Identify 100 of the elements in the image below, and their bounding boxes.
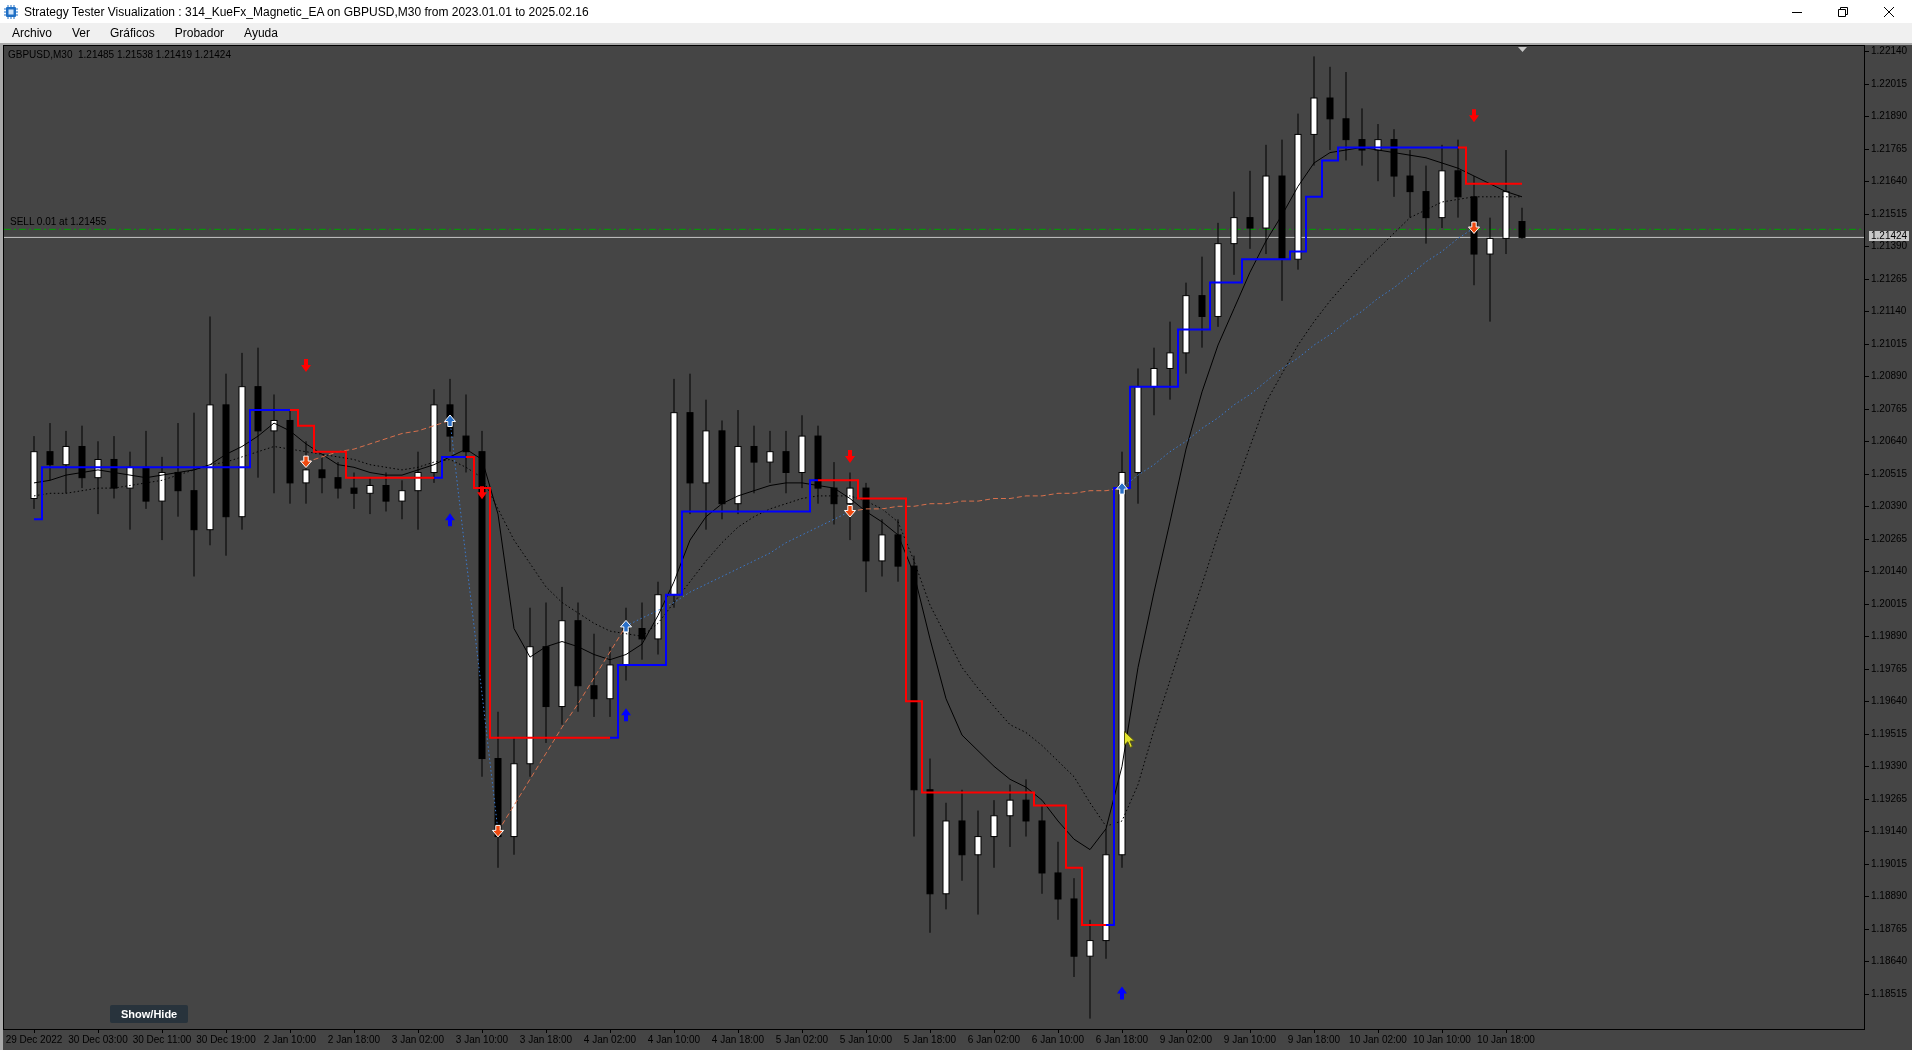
price-tick-label: 1.19140 <box>1871 826 1908 837</box>
time-tick-label: 6 Jan 02:00 <box>967 1034 1021 1046</box>
time-tick-label: 30 Dec 19:00 <box>196 1034 256 1046</box>
price-tick-label: 1.20140 <box>1871 566 1908 577</box>
price-tick-label: 1.21265 <box>1871 273 1908 284</box>
candle <box>638 602 646 661</box>
menu-item[interactable]: Gráficos <box>100 23 165 43</box>
candle <box>318 456 326 494</box>
price-tick-label: 1.21640 <box>1871 176 1908 187</box>
candle <box>350 472 358 510</box>
up-arrow-icon <box>444 414 456 427</box>
candle <box>894 518 902 583</box>
price-tick-label: 1.18515 <box>1871 988 1908 999</box>
restore-icon <box>1838 6 1848 17</box>
time-tick-label: 10 Jan 18:00 <box>1477 1034 1535 1046</box>
down-arrow-icon <box>844 505 856 518</box>
price-tick-label: 1.20765 <box>1871 403 1908 414</box>
candle <box>1374 123 1382 182</box>
price-tick-label: 1.20390 <box>1871 501 1908 512</box>
chart-title: GBPUSD,M30 1.21485 1.21538 1.21419 1.21424 <box>8 49 231 61</box>
price-tick-label: 1.18765 <box>1871 923 1908 934</box>
candle <box>334 461 342 499</box>
triangle-icon <box>1518 47 1527 52</box>
price-tick-label: 1.18890 <box>1871 891 1908 902</box>
down-arrow-icon <box>492 824 504 838</box>
candle <box>1022 778 1030 838</box>
candle <box>846 472 854 541</box>
price-tick-label: 1.20265 <box>1871 533 1908 544</box>
chip-icon <box>4 4 18 19</box>
price-tick-label: 1.20515 <box>1871 468 1908 479</box>
time-tick-label: 10 Jan 10:00 <box>1413 1034 1471 1046</box>
time-tick-label: 6 Jan 18:00 <box>1095 1034 1149 1046</box>
down-arrow-icon <box>300 455 312 469</box>
price-tick-label: 1.19265 <box>1871 793 1908 804</box>
price-tick-label: 1.19640 <box>1871 696 1908 707</box>
time-tick-label: 4 Jan 18:00 <box>711 1034 765 1046</box>
menu-item[interactable]: Ayuda <box>234 23 288 43</box>
candle <box>1518 207 1526 240</box>
price-tick-label: 1.20890 <box>1871 371 1908 382</box>
time-tick-label: 4 Jan 02:00 <box>583 1034 637 1046</box>
menu-item[interactable]: Ver <box>62 23 101 43</box>
time-tick-label: 4 Jan 10:00 <box>647 1034 701 1046</box>
candle <box>46 422 54 481</box>
up-arrow-icon <box>445 513 455 527</box>
time-tick-label: 3 Jan 18:00 <box>519 1034 573 1046</box>
candle <box>990 799 998 869</box>
price-tick-label: 1.22140 <box>1871 46 1908 57</box>
down-arrow-icon <box>845 449 855 463</box>
time-tick-label: 10 Jan 02:00 <box>1349 1034 1407 1046</box>
up-arrow-icon <box>620 619 632 633</box>
up-arrow-icon <box>621 708 631 722</box>
menu-item[interactable]: Probador <box>164 23 235 43</box>
down-arrow-icon <box>1469 109 1479 123</box>
time-tick-label: 6 Jan 10:00 <box>1031 1034 1085 1046</box>
time-tick-label: 3 Jan 10:00 <box>455 1034 509 1046</box>
time-tick-label: 5 Jan 10:00 <box>839 1034 893 1046</box>
candle <box>382 472 390 512</box>
candle <box>878 518 886 577</box>
candle <box>782 430 790 494</box>
down-arrow-icon <box>301 358 311 372</box>
price-tick-label: 1.19015 <box>1871 858 1908 869</box>
candle <box>606 646 614 718</box>
price-tick-label: 1.19765 <box>1871 663 1908 674</box>
order-label: SELL 0.01 at 1.21455 <box>10 216 107 229</box>
menu-item[interactable]: Archivo <box>2 23 62 43</box>
candle <box>750 425 758 494</box>
candle <box>1150 347 1158 416</box>
price-tick-label: 1.21015 <box>1871 338 1908 349</box>
down-arrow-icon <box>477 486 487 500</box>
price-tick-label: 1.22015 <box>1871 78 1908 89</box>
show-hide-button[interactable]: Show/Hide <box>110 1005 189 1023</box>
time-tick-label: 29 Dec 2022 <box>5 1034 63 1046</box>
candle <box>110 435 118 499</box>
close-icon <box>1884 6 1894 17</box>
candle <box>766 430 774 484</box>
current-price-label: 1.21424 <box>1869 231 1910 242</box>
price-tick-label: 1.19390 <box>1871 761 1908 772</box>
price-tick-label: 1.19515 <box>1871 728 1908 739</box>
price-tick-label: 1.21515 <box>1871 208 1908 219</box>
time-tick-label: 30 Dec 11:00 <box>132 1034 192 1046</box>
candle <box>1406 149 1414 219</box>
up-arrow-icon <box>1116 482 1128 495</box>
candle <box>1006 784 1014 848</box>
price-tick-label: 1.21765 <box>1871 143 1908 154</box>
price-tick-label: 1.19890 <box>1871 631 1908 642</box>
time-tick-label: 5 Jan 02:00 <box>775 1034 829 1046</box>
window-title: Strategy Tester Visualization : 314_KueFx_Magnetic_EA on GBPUSD,M30 from 2023.01.01 to 2025.02.16 <box>24 4 590 19</box>
price-tick-label: 1.21890 <box>1871 111 1908 122</box>
candle <box>62 430 70 494</box>
time-tick-label: 3 Jan 02:00 <box>391 1034 445 1046</box>
price-tick-label: 1.20015 <box>1871 598 1908 609</box>
price-tick-label: 1.20640 <box>1871 436 1908 447</box>
candle <box>78 425 86 489</box>
up-arrow-icon <box>1117 986 1127 1000</box>
time-tick-label: 30 Dec 03:00 <box>68 1034 128 1046</box>
candle <box>302 440 310 505</box>
down-arrow-icon <box>1468 221 1480 234</box>
candle <box>398 479 406 520</box>
candle <box>366 477 374 515</box>
price-tick-label: 1.18640 <box>1871 956 1908 967</box>
